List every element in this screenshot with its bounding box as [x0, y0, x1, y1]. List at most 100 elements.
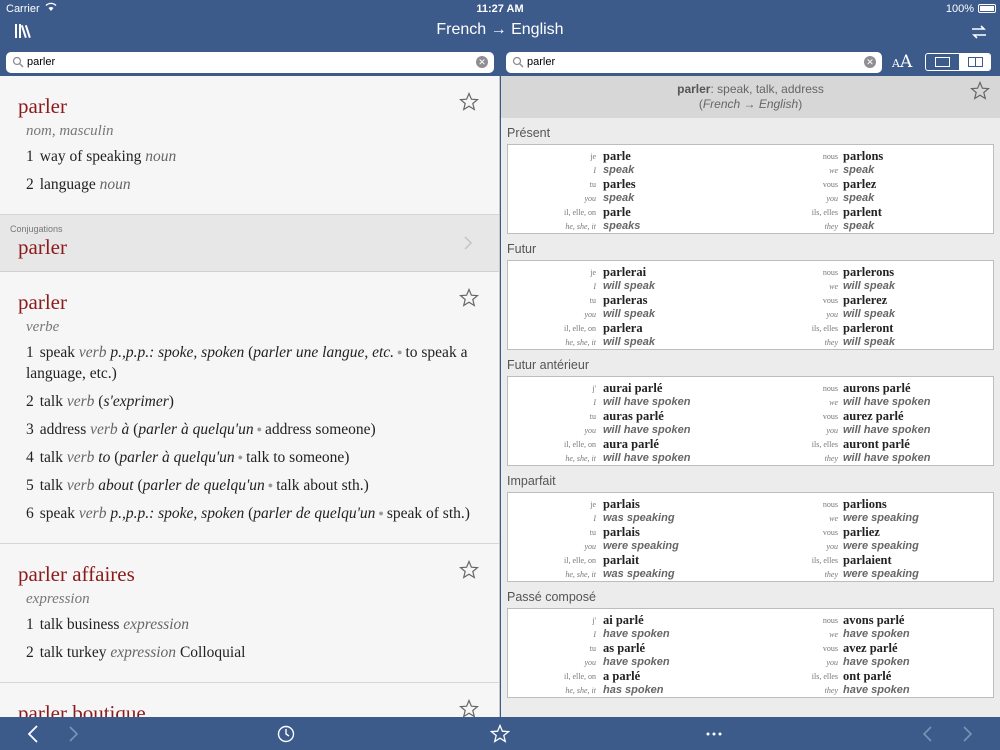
- english-form: speaks: [603, 220, 641, 232]
- verb-form: parlera: [603, 321, 643, 335]
- conjugation-row: il, elle, on parlera: [508, 321, 748, 335]
- search-input-left[interactable]: parler ✕: [6, 52, 494, 73]
- conjugations-label: Conjugations: [10, 224, 63, 234]
- translation-row: they were speaking: [748, 567, 988, 581]
- next-icon[interactable]: [958, 724, 978, 744]
- english-pronoun: he, she, it: [565, 570, 596, 579]
- english-pronoun: you: [584, 194, 596, 203]
- english-form: have spoken: [843, 628, 910, 640]
- layout-toggle[interactable]: [925, 53, 991, 71]
- verb-form: parlerez: [843, 293, 888, 307]
- verb-form: parlais: [603, 497, 640, 511]
- battery-icon: [978, 4, 996, 13]
- star-icon[interactable]: [969, 80, 991, 101]
- part-of-speech: verbe: [26, 319, 60, 335]
- translation-row: we were speaking: [748, 511, 988, 525]
- back-icon[interactable]: [24, 724, 44, 744]
- conjugation-row: je parlais: [508, 497, 748, 511]
- clear-icon[interactable]: ✕: [476, 56, 488, 68]
- forward-icon[interactable]: [64, 724, 84, 744]
- verb-form: parlais: [603, 525, 640, 539]
- translation-row: we will speak: [748, 279, 988, 293]
- verb-form: ai parlé: [603, 613, 644, 627]
- clear-icon[interactable]: ✕: [864, 56, 876, 68]
- verb-form: parlons: [843, 149, 884, 163]
- pronoun: tu: [589, 296, 596, 305]
- search-input-right[interactable]: parler ✕: [506, 52, 882, 73]
- pronoun: nous: [822, 384, 838, 393]
- pronoun: j': [592, 616, 596, 625]
- pronoun: nous: [822, 616, 838, 625]
- entry[interactable]: parler boutique: [0, 683, 499, 717]
- english-pronoun: you: [826, 194, 838, 203]
- swap-direction-icon[interactable]: [970, 23, 988, 41]
- translation-row: he, she, it was speaking: [508, 567, 748, 581]
- english-pronoun: I: [593, 166, 596, 175]
- verb-form: parlaient: [843, 553, 892, 567]
- dictionary-results[interactable]: parler nom, masculin 1 way of speaking no…: [0, 76, 500, 717]
- conjugation-row: vous parliez: [748, 525, 988, 539]
- star-icon[interactable]: [458, 91, 480, 112]
- conjugation-row: nous avons parlé: [748, 613, 988, 627]
- pronoun: nous: [822, 268, 838, 277]
- english-form: was speaking: [603, 512, 675, 524]
- english-pronoun: we: [829, 166, 838, 175]
- english-form: will have spoken: [843, 424, 931, 436]
- conjugation-row: vous parlez: [748, 177, 988, 191]
- split-pane-icon[interactable]: [959, 54, 990, 70]
- conjugations-row[interactable]: Conjugations parler: [0, 215, 499, 272]
- english-pronoun: you: [584, 310, 596, 319]
- conjugation-row: tu auras parlé: [508, 409, 748, 423]
- verb-form: aurai parlé: [603, 381, 663, 395]
- headword: parler affaires: [18, 562, 135, 586]
- entry[interactable]: parler affaires expression 1 talk busines…: [0, 544, 499, 683]
- translation-row: Iwas speaking: [508, 511, 748, 525]
- verb-form: parlerons: [843, 265, 895, 279]
- translation-row: we speak: [748, 163, 988, 177]
- history-icon[interactable]: [276, 724, 296, 744]
- entry[interactable]: parler nom, masculin 1 way of speaking no…: [0, 76, 499, 215]
- english-pronoun: they: [824, 570, 838, 579]
- favorites-icon[interactable]: [489, 723, 511, 744]
- search-value: parler: [527, 56, 556, 68]
- text-size-icon[interactable]: AA: [892, 52, 912, 72]
- conjugation-row: je parlerai: [508, 265, 748, 279]
- more-icon[interactable]: [704, 724, 724, 744]
- verb-form: parlions: [843, 497, 887, 511]
- pronoun: vous: [822, 412, 838, 421]
- star-icon[interactable]: [458, 559, 480, 580]
- english-pronoun: he, she, it: [565, 454, 596, 463]
- english-form: speak: [603, 192, 635, 204]
- translation-row: you were speaking: [748, 539, 988, 553]
- conjugation-row: nous parlerons: [748, 265, 988, 279]
- pronoun: ils, elles: [811, 556, 838, 565]
- single-pane-icon[interactable]: [926, 54, 959, 70]
- star-icon[interactable]: [458, 698, 480, 717]
- english-pronoun: we: [829, 282, 838, 291]
- star-icon[interactable]: [458, 287, 480, 308]
- english-form: have spoken: [603, 628, 670, 640]
- conjugation-table: j' ai parlé Ihave spoken tu as parlé you have …: [507, 608, 994, 698]
- english-pronoun: they: [824, 686, 838, 695]
- chevron-right-icon: [463, 235, 473, 251]
- conjugation-panel[interactable]: parler: speak, talk, address (French → E…: [501, 76, 1000, 717]
- pronoun: je: [590, 268, 596, 277]
- tense-name: Futur antérieur: [507, 358, 589, 372]
- translation-row: Iwill speak: [508, 279, 748, 293]
- nav-bar: French → English: [0, 18, 1000, 48]
- pronoun: tu: [589, 528, 596, 537]
- translation-row: they will have spoken: [748, 451, 988, 465]
- conjugation-row: nous parlons: [748, 149, 988, 163]
- verb-form: parles: [603, 177, 636, 191]
- previous-icon[interactable]: [918, 724, 938, 744]
- verb-form: auras parlé: [603, 409, 664, 423]
- entry[interactable]: parler verbe 1 speak verb p.,p.p.: spoke,…: [0, 272, 499, 544]
- pronoun: nous: [822, 500, 838, 509]
- translation-row: he, she, it will have spoken: [508, 451, 748, 465]
- english-form: will speak: [603, 280, 655, 292]
- tense-name: Futur: [507, 242, 537, 256]
- conjugation-row: tu parleras: [508, 293, 748, 307]
- conjugation-row: je parle: [508, 149, 748, 163]
- translation-row: Iwill have spoken: [508, 395, 748, 409]
- part-of-speech: nom, masculin: [26, 123, 114, 139]
